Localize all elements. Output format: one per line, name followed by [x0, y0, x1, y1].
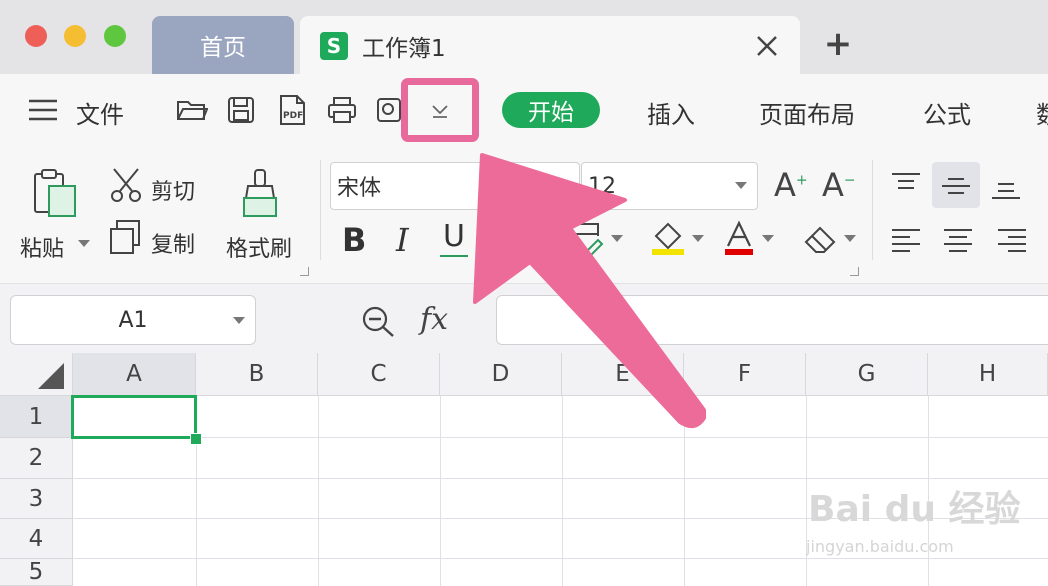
name-box[interactable]: A1	[10, 295, 256, 345]
hamburger-menu-icon[interactable]	[28, 98, 58, 122]
tab-insert[interactable]: 插入	[647, 95, 695, 130]
paste-icon[interactable]	[32, 168, 78, 218]
paste-button[interactable]: 粘贴	[20, 231, 64, 263]
minimize-window-button[interactable]	[64, 25, 86, 47]
font-color-icon[interactable]	[724, 220, 754, 256]
fill-color-dropdown-caret[interactable]	[692, 235, 704, 242]
align-middle-icon	[942, 178, 970, 194]
column-header-h[interactable]: H	[928, 353, 1048, 396]
zoom-window-button[interactable]	[104, 25, 126, 47]
copy-icon[interactable]	[108, 219, 142, 255]
font-color-dropdown-caret[interactable]	[762, 235, 774, 242]
cell-style-dropdown-caret[interactable]	[611, 235, 623, 242]
chevron-down-icon	[233, 317, 245, 324]
border-icon[interactable]	[500, 224, 534, 258]
row-header-3[interactable]: 3	[0, 479, 73, 519]
format-painter-button[interactable]: 格式刷	[226, 231, 292, 263]
paste-dropdown-caret[interactable]	[78, 240, 90, 247]
grow-font-icon: A	[774, 166, 796, 204]
ribbon-divider	[872, 160, 873, 260]
tab-formula[interactable]: 公式	[923, 95, 971, 130]
close-window-button[interactable]	[25, 25, 47, 47]
select-all-corner[interactable]	[0, 353, 73, 396]
close-icon[interactable]	[754, 33, 780, 59]
print-preview-icon[interactable]	[376, 96, 404, 124]
align-top-icon[interactable]	[890, 172, 922, 192]
formula-input[interactable]	[496, 295, 1048, 345]
column-header-g[interactable]: G	[806, 353, 928, 396]
tab-home-label: 首页	[200, 35, 246, 61]
font-name-value: 宋体	[337, 176, 382, 201]
grid-line	[73, 478, 1048, 479]
underline-button[interactable]: U	[440, 219, 468, 259]
column-header-e[interactable]: E	[562, 353, 684, 396]
shrink-font-button[interactable]: A−	[822, 166, 856, 204]
italic-button[interactable]: I	[396, 221, 409, 259]
export-pdf-icon[interactable]: PDF	[277, 94, 307, 126]
plus-icon: +	[823, 24, 853, 64]
cut-button[interactable]: 剪切	[151, 174, 195, 206]
grow-font-button[interactable]: A+	[774, 166, 808, 204]
file-menu[interactable]: 文件	[76, 95, 124, 130]
new-tab-button[interactable]: +	[822, 24, 854, 64]
copy-button[interactable]: 复制	[151, 227, 195, 259]
scissors-icon[interactable]	[108, 167, 144, 203]
row-header-2[interactable]: 2	[0, 438, 73, 479]
column-header-d[interactable]: D	[440, 353, 562, 396]
spreadsheet-icon: S	[320, 32, 348, 60]
align-bottom-icon[interactable]	[990, 180, 1022, 200]
tab-page-layout[interactable]: 页面布局	[759, 95, 855, 130]
column-header-f[interactable]: F	[684, 353, 806, 396]
tab-start[interactable]: 开始	[502, 92, 600, 128]
insert-function-button[interactable]: fx	[420, 302, 448, 337]
align-middle-button[interactable]	[932, 162, 980, 208]
watermark-url: jingyan.baidu.com	[806, 537, 954, 556]
bold-button[interactable]: B	[342, 221, 366, 259]
row-header-5[interactable]: 5	[0, 559, 73, 586]
save-icon[interactable]	[227, 96, 255, 124]
column-header-a[interactable]: A	[73, 353, 196, 396]
font-name-select[interactable]: 宋体	[330, 162, 580, 210]
watermark-logo: Bai du 经验	[808, 489, 1021, 530]
eraser-icon[interactable]	[804, 224, 840, 254]
grid-line	[73, 558, 1048, 559]
column-header-c[interactable]: C	[318, 353, 440, 396]
select-all-icon	[38, 363, 64, 389]
tab-workbook-label: 工作簿1	[362, 36, 446, 62]
row-header-1[interactable]: 1	[0, 396, 73, 438]
shrink-font-icon: A	[822, 166, 844, 204]
underline-icon: U	[443, 219, 465, 254]
open-folder-icon[interactable]	[176, 97, 208, 123]
clipboard-group-launcher[interactable]	[300, 267, 309, 276]
chevron-down-icon	[735, 182, 747, 189]
font-size-value: 12	[588, 173, 616, 199]
clear-dropdown-caret[interactable]	[844, 235, 856, 242]
row-header-4[interactable]: 4	[0, 519, 73, 559]
tab-data-partial[interactable]: 数	[1036, 95, 1048, 130]
fill-handle[interactable]	[190, 433, 202, 445]
align-left-icon[interactable]	[890, 228, 922, 254]
ribbon-divider	[320, 160, 321, 260]
format-painter-icon[interactable]	[240, 168, 280, 220]
align-center-icon[interactable]	[942, 228, 974, 254]
zoom-icon[interactable]	[360, 304, 396, 338]
selected-cell-a1[interactable]	[71, 395, 197, 439]
fill-color-icon[interactable]	[650, 220, 688, 256]
cell-style-icon[interactable]	[568, 222, 604, 256]
tab-start-label: 开始	[528, 100, 574, 126]
tab-workbook[interactable]: S 工作簿1	[300, 16, 800, 76]
tab-home[interactable]: 首页	[152, 16, 294, 74]
column-header-b[interactable]: B	[196, 353, 318, 396]
name-box-value: A1	[118, 307, 148, 333]
svg-text:PDF: PDF	[283, 111, 303, 121]
grid-line	[73, 437, 1048, 438]
align-right-icon[interactable]	[996, 228, 1028, 254]
chevron-down-icon[interactable]	[430, 101, 450, 119]
print-icon[interactable]	[327, 96, 357, 124]
font-group-launcher[interactable]	[850, 267, 859, 276]
font-size-select[interactable]: 12	[581, 162, 758, 210]
